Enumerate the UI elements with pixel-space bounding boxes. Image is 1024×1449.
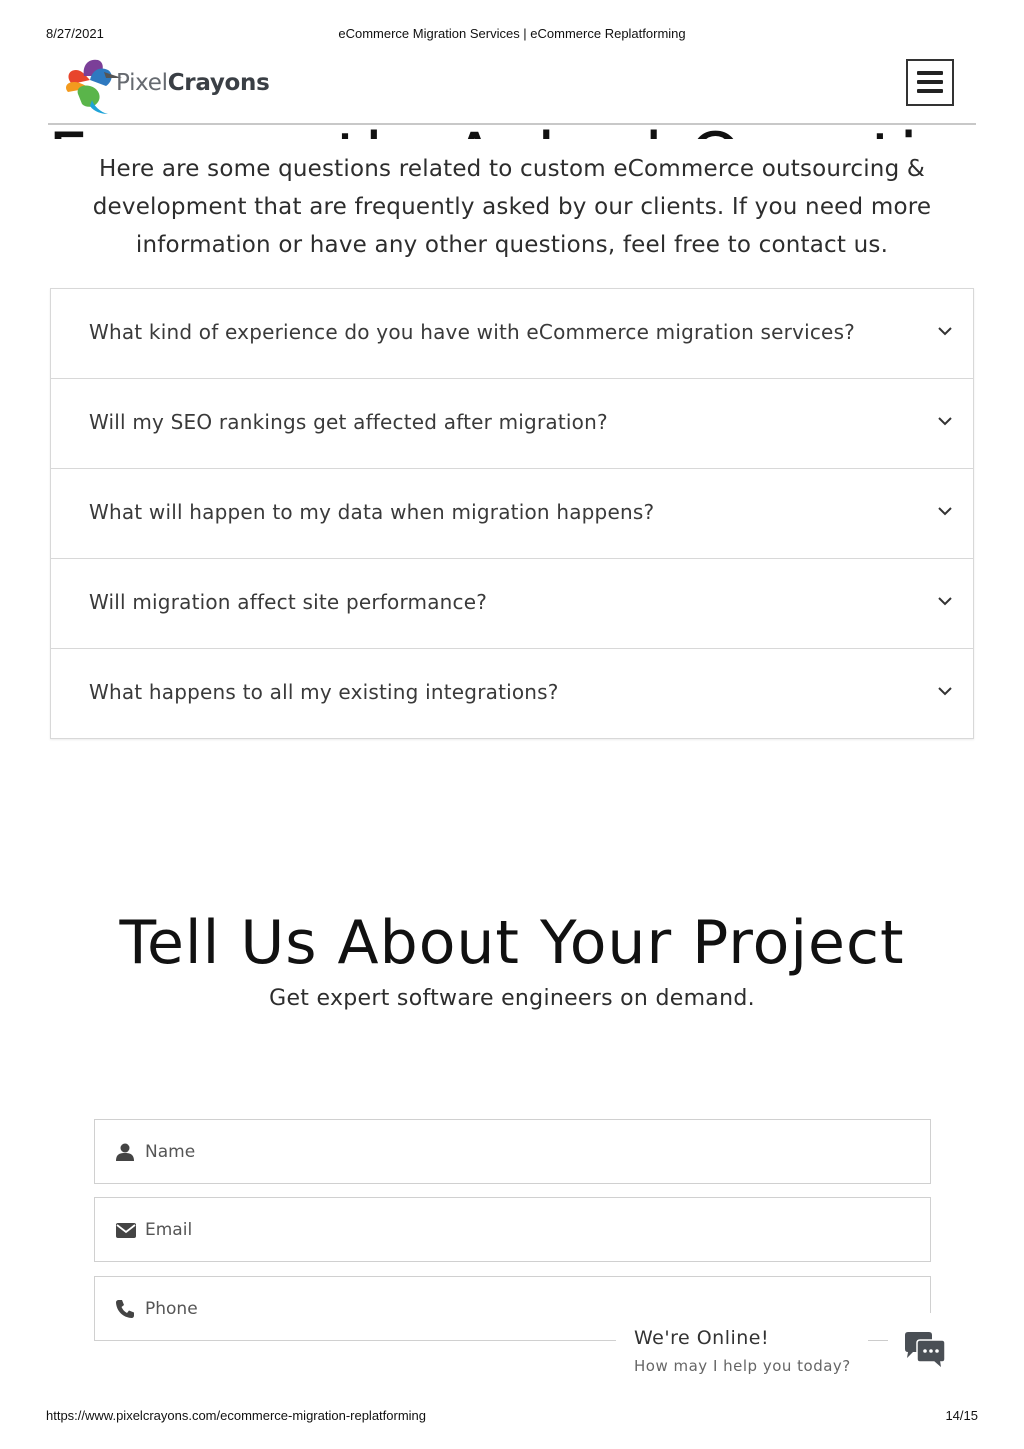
print-url: https://www.pixelcrayons.com/ecommerce-m… xyxy=(46,1408,427,1423)
faq-item[interactable]: Will migration affect site performance? xyxy=(51,559,973,649)
logo-text-crayons: Crayons xyxy=(167,70,270,96)
print-page-title: eCommerce Migration Services | eCommerce… xyxy=(338,26,686,41)
name-field[interactable] xyxy=(94,1119,931,1184)
faq-heading-clip: Frequently Asked Questions xyxy=(48,125,976,139)
email-field[interactable] xyxy=(94,1197,931,1262)
chevron-down-icon xyxy=(938,507,952,516)
logo-wordmark: PixelCrayons xyxy=(116,70,270,96)
faq-item[interactable]: What kind of experience do you have with… xyxy=(51,289,973,379)
email-input[interactable] xyxy=(145,1198,905,1261)
faq-question: What happens to all my existing integrat… xyxy=(89,680,559,704)
project-subheading: Get expert software engineers on demand. xyxy=(269,986,755,1011)
chat-subtitle: How may I help you today? xyxy=(634,1357,851,1375)
hummingbird-logo-icon xyxy=(66,59,122,114)
print-page-number: 14/15 xyxy=(945,1408,978,1423)
faq-intro-text: Here are some questions related to custo… xyxy=(92,156,932,258)
faq-item[interactable]: Will my SEO rankings get affected after … xyxy=(51,379,973,469)
chat-bubbles-icon[interactable] xyxy=(903,1331,947,1371)
hamburger-bar xyxy=(917,89,943,93)
chevron-down-icon xyxy=(938,597,952,606)
name-input[interactable] xyxy=(145,1120,905,1183)
faq-question: What kind of experience do you have with… xyxy=(89,320,856,344)
hamburger-menu-button[interactable] xyxy=(906,59,954,106)
faq-question: Will migration affect site performance? xyxy=(89,590,488,614)
chevron-down-icon xyxy=(938,327,952,336)
chevron-down-icon xyxy=(938,687,952,696)
phone-icon xyxy=(116,1300,134,1318)
hamburger-bar xyxy=(917,80,943,84)
faq-item[interactable]: What happens to all my existing integrat… xyxy=(51,649,973,738)
logo-text-pixel: Pixel xyxy=(116,70,168,96)
envelope-icon xyxy=(116,1223,136,1238)
faq-question: What will happen to my data when migrati… xyxy=(89,500,655,524)
chat-title: We're Online! xyxy=(634,1327,770,1349)
chat-widget[interactable]: We're Online! How may I help you today? xyxy=(616,1313,962,1393)
project-heading: Tell Us About Your Project xyxy=(119,908,905,978)
chat-minimize-line[interactable] xyxy=(868,1340,888,1341)
faq-item[interactable]: What will happen to my data when migrati… xyxy=(51,469,973,559)
faq-question: Will my SEO rankings get affected after … xyxy=(89,410,608,434)
hamburger-menu-icon xyxy=(917,71,943,75)
chevron-down-icon xyxy=(938,417,952,426)
user-icon xyxy=(116,1143,134,1161)
faq-heading: Frequently Asked Questions xyxy=(48,125,976,139)
faq-accordion: What kind of experience do you have with… xyxy=(50,288,974,739)
